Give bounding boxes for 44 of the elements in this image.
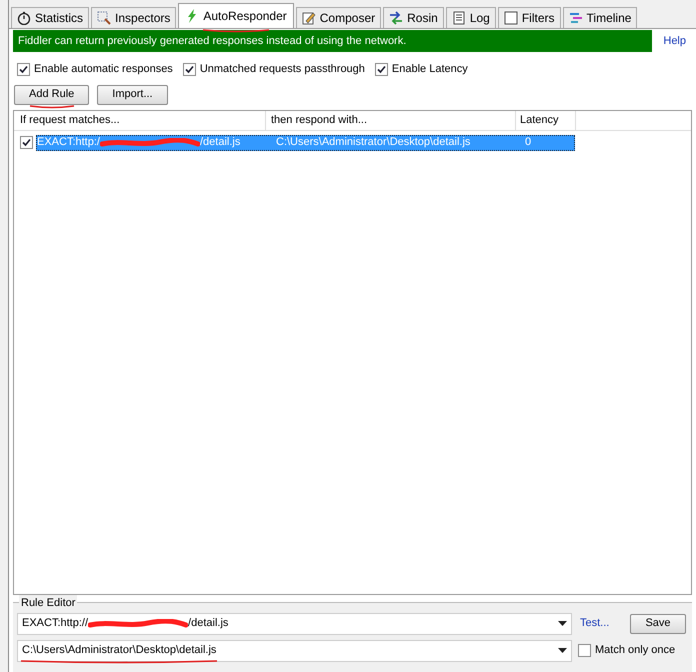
checkbox[interactable]: [374, 62, 388, 76]
match-text: EXACT:http://: [22, 616, 88, 632]
tab[interactable]: Timeline: [562, 7, 638, 28]
tab[interactable]: Filters: [498, 7, 561, 28]
tab[interactable]: Log: [446, 7, 496, 28]
info-banner: Fiddler can return previously generated responses instead of using the network.: [13, 30, 652, 52]
underline-scribble: [201, 28, 272, 34]
test-link[interactable]: Test...: [580, 615, 616, 632]
table-cell-text: C:\Users\Administrator\Desktop\detail.js: [275, 135, 472, 150]
checkbox-icon: [504, 11, 518, 25]
checkbox-label: Unmatched requests passthrough: [200, 62, 365, 77]
caret-icon: [558, 621, 567, 626]
checkbox-label: Match only once: [595, 643, 676, 658]
document-icon: [452, 11, 466, 25]
table-cell-text: /detail.js: [200, 135, 240, 150]
table-cell-text: EXACT:http:/: [37, 135, 100, 150]
column-header[interactable]: Latency: [516, 110, 576, 130]
tab[interactable]: Rosin: [383, 7, 444, 28]
help-link[interactable]: Help: [652, 32, 692, 50]
magnifier-icon: [97, 11, 112, 25]
response-text: C:\Users\Administrator\Desktop\detail.js: [22, 642, 216, 659]
checkbox-label: Enable Latency: [392, 62, 468, 77]
pencil-icon: [302, 11, 316, 25]
timeline-icon: [568, 11, 583, 25]
column-header[interactable]: then respond with...: [266, 110, 516, 130]
response-combo[interactable]: C:\Users\Administrator\Desktop\detail.js: [17, 640, 572, 662]
checkbox[interactable]: [182, 62, 196, 76]
table-cell-text: 0: [524, 135, 532, 150]
match-text: /detail.js: [188, 616, 228, 632]
match-combo[interactable]: EXACT:http:// /detail.js: [17, 612, 572, 634]
column-header[interactable]: If request matches...: [14, 110, 266, 130]
underline-scribble: [28, 104, 76, 110]
tab[interactable]: Composer: [296, 7, 382, 28]
tab[interactable]: Inspectors: [91, 7, 176, 28]
tab[interactable]: Statistics: [11, 7, 90, 28]
checkbox-label: Enable automatic responses: [34, 62, 173, 77]
save-button[interactable]: Save: [630, 614, 686, 634]
checkbox[interactable]: [578, 644, 591, 657]
stopwatch-icon: [17, 11, 31, 25]
caret-icon: [558, 648, 567, 653]
rule-checkbox[interactable]: [20, 136, 33, 149]
toolbar-button[interactable]: Import...: [97, 84, 168, 104]
checkbox[interactable]: [17, 62, 30, 76]
arrows-icon: [389, 11, 404, 25]
